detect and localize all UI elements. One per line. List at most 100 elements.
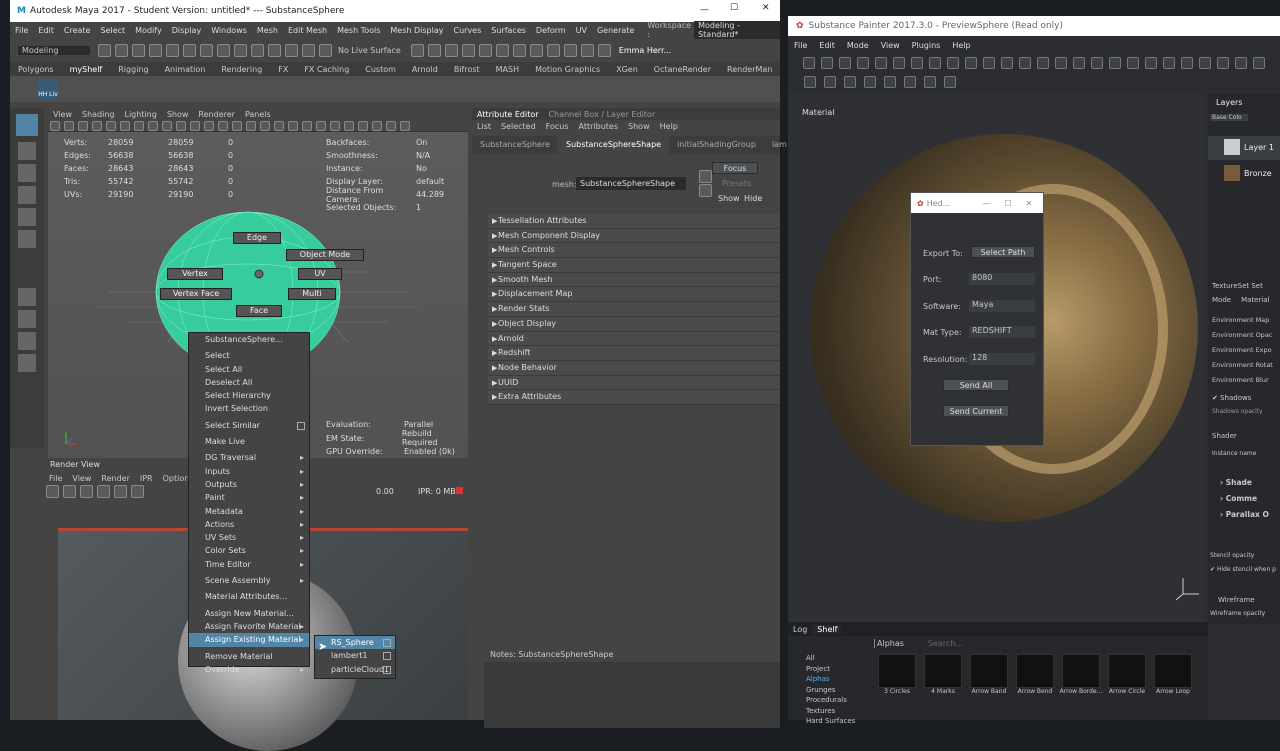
menu-edit-mesh[interactable]: Edit Mesh — [283, 26, 332, 35]
base-color-select[interactable]: Base Colo — [1210, 114, 1248, 121]
mm-object-mode[interactable]: Object Mode — [286, 249, 364, 261]
ae-section-smooth-mesh[interactable]: Smooth Mesh — [488, 272, 780, 288]
viewport-menu-renderer[interactable]: Renderer — [193, 110, 240, 119]
sp-tool-icon[interactable] — [1217, 57, 1229, 69]
select-node-icon[interactable] — [699, 170, 712, 183]
move-tool-icon[interactable] — [18, 186, 36, 204]
viewport-tool-icon[interactable] — [316, 120, 326, 131]
sp-menu-help[interactable]: Help — [946, 41, 976, 50]
stop-icon[interactable] — [456, 487, 463, 494]
sp-menu-view[interactable]: View — [875, 41, 906, 50]
sp-tool-icon[interactable] — [947, 57, 959, 69]
ae-section-arnold[interactable]: Arnold — [488, 331, 780, 347]
status-tool-icon[interactable] — [302, 43, 315, 57]
shelf-tab-myshelf[interactable]: myShelf — [62, 65, 111, 74]
ae-section-mesh-component-display[interactable]: Mesh Component Display — [488, 228, 780, 244]
sp-tool2-icon[interactable] — [804, 76, 816, 88]
menu-deform[interactable]: Deform — [531, 26, 571, 35]
ctx-item-select-all[interactable]: Select All — [189, 363, 309, 376]
shelf-tab-xgen[interactable]: XGen — [608, 65, 646, 74]
menu-mesh-display[interactable]: Mesh Display — [385, 26, 448, 35]
dialog-minimize-icon[interactable]: — — [982, 199, 990, 208]
shelf-item[interactable]: Arrow Loop — [1150, 654, 1196, 695]
viewport-tool-icon[interactable] — [232, 120, 242, 131]
sp-category-textures[interactable]: Textures — [806, 707, 855, 718]
mm-multi[interactable]: Multi — [288, 288, 336, 300]
sp-tool2-icon[interactable] — [824, 76, 836, 88]
ae-section-tangent-space[interactable]: Tangent Space — [488, 258, 780, 273]
layer-row-2[interactable]: Bronze — [1208, 162, 1280, 186]
ctx-item-select[interactable]: Select — [189, 349, 309, 362]
sp-tool-icon[interactable] — [911, 57, 923, 69]
menu-generate[interactable]: Generate — [592, 26, 639, 35]
sp-tool-icon[interactable] — [1037, 57, 1049, 69]
shelf-item[interactable]: Arrow Bend — [1012, 654, 1058, 695]
sp-tool-icon[interactable] — [1127, 57, 1139, 69]
viewport-tool-icon[interactable] — [190, 120, 200, 131]
sp-tool-icon[interactable] — [1055, 57, 1067, 69]
status-render-icon[interactable] — [512, 43, 526, 57]
viewport-tool-icon[interactable] — [218, 120, 228, 131]
focus-button[interactable]: Focus — [712, 162, 758, 174]
sp-category-hard-surfaces[interactable]: Hard Surfaces — [806, 717, 855, 728]
sp-tool-icon[interactable] — [1019, 57, 1031, 69]
sp-tool-icon[interactable] — [1145, 57, 1157, 69]
mm-vertex-face[interactable]: Vertex Face — [160, 288, 232, 300]
resolution-select[interactable]: 128 — [969, 353, 1035, 365]
send-all-button[interactable]: Send All — [943, 379, 1009, 391]
live-surface[interactable]: No Live Surface — [338, 46, 401, 55]
status-tool-icon[interactable] — [234, 43, 247, 57]
menu-modify[interactable]: Modify — [130, 26, 167, 35]
viewport-menu-lighting[interactable]: Lighting — [119, 110, 161, 119]
sp-tool-icon[interactable] — [1181, 57, 1193, 69]
maximize-icon[interactable]: ☐ — [730, 3, 738, 13]
notes-field[interactable] — [484, 662, 780, 728]
viewport-tool-icon[interactable] — [176, 120, 186, 131]
sp-category-project[interactable]: Project — [806, 665, 855, 676]
status-tool-icon[interactable] — [319, 43, 332, 57]
viewport-tool-icon[interactable] — [246, 120, 256, 131]
ae-top-tab[interactable]: Attribute Editor — [472, 110, 544, 119]
viewport-tool-icon[interactable] — [78, 120, 88, 131]
shelf-item[interactable]: Arrow Band — [966, 654, 1012, 695]
ae-menu-attributes[interactable]: Attributes — [574, 122, 624, 131]
ctx-item-scene-assembly[interactable]: Scene Assembly — [189, 574, 309, 588]
lasso-tool-icon[interactable] — [18, 142, 36, 160]
sp-tool2-icon[interactable] — [884, 76, 896, 88]
menu-surfaces[interactable]: Surfaces — [486, 26, 531, 35]
sp-tool-icon[interactable] — [839, 57, 851, 69]
menu-mesh-tools[interactable]: Mesh Tools — [332, 26, 385, 35]
menu-display[interactable]: Display — [167, 26, 207, 35]
ae-node-tab[interactable]: SubstanceSphere — [472, 136, 558, 154]
sp-shader-row[interactable]: › Comme — [1212, 494, 1280, 510]
ae-menu-show[interactable]: Show — [623, 122, 655, 131]
sp-tool-icon[interactable] — [983, 57, 995, 69]
sp-menu-edit[interactable]: Edit — [813, 41, 841, 50]
sp-tool-icon[interactable] — [803, 57, 815, 69]
viewport-tool-icon[interactable] — [274, 120, 284, 131]
viewport-tool-icon[interactable] — [400, 120, 410, 131]
shadows-checkbox[interactable]: ✔ Shadows — [1212, 394, 1251, 402]
status-tool-icon[interactable] — [251, 43, 264, 57]
shelf-item[interactable]: 3 Circles — [874, 654, 920, 695]
dialog-maximize-icon[interactable]: ☐ — [1004, 199, 1011, 208]
ae-section-uuid[interactable]: UUID — [488, 375, 780, 391]
status-render-icon[interactable] — [529, 43, 543, 57]
ctx-item-assign-favorite-material[interactable]: Assign Favorite Material — [189, 620, 309, 634]
ae-section-object-display[interactable]: Object Display — [488, 316, 780, 332]
show-button[interactable]: Show — [718, 194, 740, 203]
menu-curves[interactable]: Curves — [448, 26, 486, 35]
render-menu-file[interactable]: File — [44, 474, 67, 483]
viewport-tool-icon[interactable] — [288, 120, 298, 131]
ctx-item-select-hierarchy[interactable]: Select Hierarchy — [189, 389, 309, 402]
menu-mesh[interactable]: Mesh — [252, 26, 283, 35]
status-tool-icon[interactable] — [183, 43, 196, 57]
render-menu-render[interactable]: Render — [96, 474, 134, 483]
sp-category-grunges[interactable]: Grunges — [806, 686, 855, 697]
viewport-tool-icon[interactable] — [204, 120, 214, 131]
render-menu-view[interactable]: View — [67, 474, 96, 483]
submenu-item-particlecloud1[interactable]: particleCloud1 — [315, 663, 395, 676]
ae-top-tab[interactable]: Channel Box / Layer Editor — [544, 110, 661, 119]
sp-tool-icon[interactable] — [857, 57, 869, 69]
ae-node-tab[interactable]: initialShadingGroup — [669, 136, 764, 154]
